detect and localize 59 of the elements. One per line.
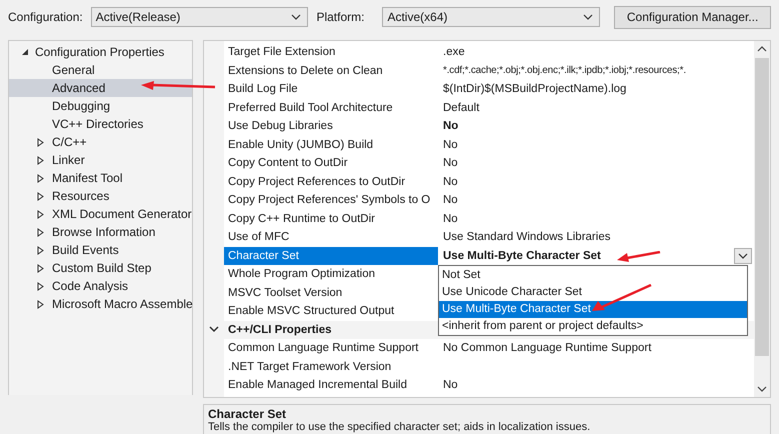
tree-item[interactable]: Build Events — [9, 241, 192, 259]
property-name[interactable]: Copy C++ Runtime to OutDir — [224, 210, 438, 228]
property-name[interactable]: MSVC Toolset Version — [224, 284, 438, 302]
platform-label: Platform: — [316, 10, 364, 24]
property-value: No — [443, 174, 458, 190]
tree-item[interactable]: C/C++ — [9, 133, 192, 151]
property-name[interactable]: Preferred Build Tool Architecture — [224, 98, 438, 117]
property-name[interactable]: Enable MSVC Structured Output — [224, 302, 438, 320]
property-name[interactable]: Target File Extension — [224, 43, 438, 62]
property-value: .exe — [443, 45, 465, 60]
property-name[interactable]: Enable Unity (JUMBO) Build — [224, 136, 438, 154]
property-name[interactable]: Copy Content to OutDir — [224, 154, 438, 172]
property-value: No — [443, 156, 458, 172]
property-value: $(IntDir)$(MSBuildProjectName).log — [443, 82, 626, 98]
property-value: *.cdf;*.cache;*.obj;*.obj.enc;*.ilk;*.ipdb;*.iobj;*.resources;*. — [443, 64, 686, 78]
configuration-dropdown[interactable]: Active(Release) — [90, 7, 308, 27]
tree-item[interactable]: Advanced — [9, 79, 192, 97]
tree-item[interactable]: Microsoft Macro Assemble — [9, 295, 192, 313]
tree-item[interactable]: Custom Build Step — [9, 259, 192, 277]
tree-item[interactable]: Resources — [9, 187, 192, 205]
property-name[interactable]: Use Debug Libraries — [224, 117, 438, 136]
property-value: No — [443, 378, 458, 394]
property-value: No — [443, 193, 458, 208]
dropdown-option[interactable]: <inherit from parent or project defaults> — [439, 318, 747, 335]
property-name[interactable]: Copy Project References' Symbols to O — [224, 191, 438, 210]
tree-item[interactable]: XML Document Generator — [9, 205, 192, 223]
property-name[interactable]: Character Set — [224, 246, 438, 265]
property-value: No — [443, 138, 458, 153]
category-header[interactable]: C++/CLI Properties — [224, 320, 332, 339]
dropdown-option[interactable]: Use Multi-Byte Character Set — [439, 300, 747, 318]
property-value: Default — [443, 100, 480, 116]
property-value: No Common Language Runtime Support — [443, 341, 652, 356]
configuration-manager-button[interactable]: Configuration Manager... — [614, 6, 771, 28]
property-value: No — [443, 212, 458, 227]
property-name[interactable]: Build Log File — [224, 80, 438, 98]
description-title: Character Set — [208, 407, 288, 421]
property-name[interactable]: Use of MFC — [224, 228, 438, 246]
property-name[interactable]: Common Language Runtime Support — [224, 339, 438, 358]
dropdown-option[interactable]: Not Set — [439, 266, 747, 284]
tree-item[interactable]: Configuration Properties — [35, 45, 164, 59]
tree-item[interactable]: General — [9, 61, 192, 79]
tree-item[interactable]: Browse Information — [9, 223, 192, 241]
property-value: No — [443, 119, 458, 134]
property-name[interactable]: Whole Program Optimization — [224, 265, 438, 284]
property-name[interactable]: Enable Managed Incremental Build — [224, 376, 438, 394]
configuration-label: Configuration: — [8, 10, 83, 24]
property-value: Use Standard Windows Libraries — [443, 230, 610, 246]
tree-item[interactable]: Manifest Tool — [9, 169, 192, 187]
property-name[interactable]: .NET Target Framework Version — [224, 358, 438, 376]
platform-dropdown[interactable]: Active(x64) — [382, 7, 600, 27]
tree-item[interactable]: Code Analysis — [9, 277, 192, 295]
tree-item[interactable]: VC++ Directories — [9, 115, 192, 133]
tree-item[interactable]: Debugging — [9, 97, 192, 115]
tree-item[interactable]: Linker — [9, 151, 192, 169]
property-name[interactable]: Copy Project References to OutDir — [224, 172, 438, 191]
property-value: Use Multi-Byte Character Set — [443, 248, 601, 264]
description-text: Tells the compiler to use the specified character set; aids in localization issues. — [208, 421, 592, 433]
dropdown-option[interactable]: Use Unicode Character Set — [439, 284, 747, 301]
property-name[interactable]: Extensions to Delete on Clean — [224, 62, 438, 80]
